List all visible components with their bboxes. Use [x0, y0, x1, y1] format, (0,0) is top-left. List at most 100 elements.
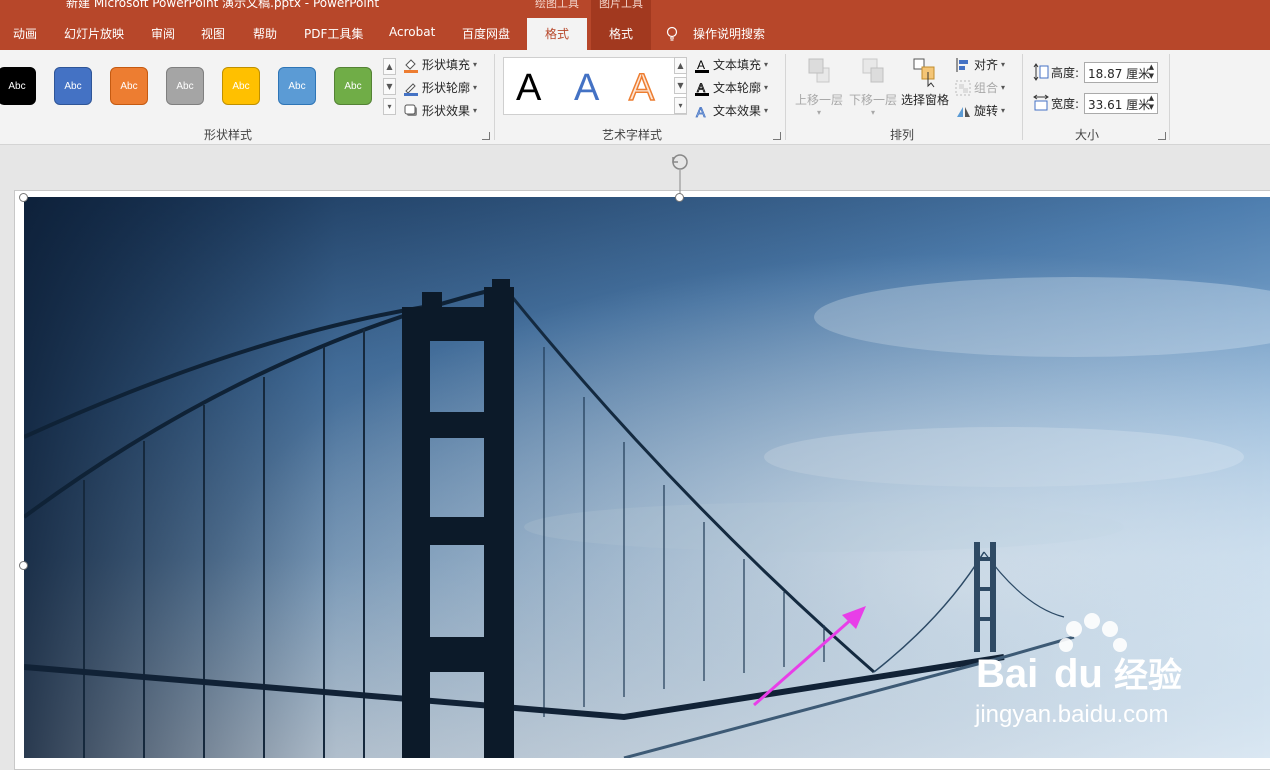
shape-effects-icon [404, 104, 417, 116]
group-label: 组合 [974, 81, 999, 95]
text-fill-icon: A [695, 58, 709, 73]
shape-fill-button[interactable]: 形状填充 ▾ [403, 56, 477, 73]
text-fill-label: 文本填充 [713, 58, 762, 72]
width-input[interactable]: 33.61 厘米 ▲ ▼ [1084, 93, 1158, 114]
wordart-scroll-down-button[interactable]: ▼ [674, 77, 687, 94]
bring-forward-button[interactable]: 上移一层 ▾ [794, 56, 844, 117]
wordart-sample-blue[interactable]: A [574, 68, 599, 108]
wordart-sample-plain[interactable]: A [516, 68, 541, 108]
height-label: 高度: [1051, 66, 1080, 80]
resize-handle-top-middle[interactable] [675, 193, 684, 202]
tab-review[interactable]: 审阅 [151, 25, 175, 42]
resize-handle-top-left[interactable] [19, 193, 28, 202]
tab-slideshow[interactable]: 幻灯片放映 [64, 25, 124, 42]
wordart-scroll-up-button[interactable]: ▲ [674, 57, 687, 74]
bring-forward-icon [808, 58, 830, 83]
tab-baidu-netdisk[interactable]: 百度网盘 [462, 25, 510, 42]
shape-style-swatch[interactable]: Abc [166, 67, 204, 105]
group-button[interactable]: 组合 ▾ [955, 79, 1005, 96]
arrange-group-label: 排列 [890, 128, 915, 142]
wordart-launcher[interactable] [773, 132, 781, 140]
selection-pane-icon [913, 58, 935, 88]
shape-styles-launcher[interactable] [482, 132, 490, 140]
window-title: 新建 Microsoft PowerPoint 演示文稿.pptx - Powe… [66, 0, 380, 10]
svg-text:A: A [697, 58, 705, 72]
group-icon [955, 80, 971, 95]
shape-effects-label: 形状效果 [422, 104, 471, 118]
height-spinner[interactable]: ▲ ▼ [1149, 63, 1154, 81]
shape-styles-group-label: 形状样式 [204, 128, 253, 142]
chevron-down-icon: ▾ [816, 108, 821, 117]
tab-view[interactable]: 视图 [201, 25, 225, 42]
align-icon [956, 57, 968, 72]
wordart-group-label: 艺术字样式 [602, 128, 663, 142]
width-spinner[interactable]: ▲ ▼ [1149, 94, 1154, 112]
bridge-photo[interactable]: Bai du 经验 jingyan.baidu.com [24, 197, 1270, 758]
text-fill-button[interactable]: A 文本填充 ▾ [694, 56, 768, 73]
shape-outline-button[interactable]: 形状轮廓 ▾ [403, 79, 477, 96]
watermark-brand-bai: Bai [976, 652, 1038, 696]
picture-tools-label: 图片工具 [599, 0, 643, 10]
watermark-brand-du: du [1054, 652, 1103, 696]
height-icon [1033, 63, 1049, 81]
lightbulb-icon [666, 26, 678, 41]
group-separator [1022, 54, 1023, 140]
height-input[interactable]: 18.87 厘米 ▲ ▼ [1084, 62, 1158, 83]
gallery-scroll-up-button[interactable]: ▲ [383, 58, 396, 75]
text-outline-button[interactable]: A 文本轮廓 ▾ [694, 79, 768, 96]
text-outline-icon: A [695, 80, 709, 96]
shape-style-swatch[interactable]: Abc [334, 67, 372, 105]
tell-me-search[interactable]: 操作说明搜索 [693, 25, 765, 42]
pencil-icon [404, 82, 418, 96]
watermark-brand-jingyan: 经验 [1114, 656, 1182, 696]
send-backward-icon [862, 58, 884, 83]
shape-effects-button[interactable]: 形状效果 ▾ [403, 102, 477, 119]
rotate-icon [957, 106, 970, 117]
wordart-more-button[interactable]: ▾ [674, 97, 687, 114]
shape-style-swatch[interactable]: Abc [0, 67, 36, 105]
chevron-down-icon: ▾ [870, 108, 875, 117]
text-effects-button[interactable]: A 文本效果 ▾ [694, 102, 768, 119]
shape-style-swatch[interactable]: Abc [222, 67, 260, 105]
text-effects-label: 文本效果 [713, 104, 762, 118]
shape-style-swatch[interactable]: Abc [110, 67, 148, 105]
watermark-url: jingyan.baidu.com [974, 701, 1168, 728]
text-outline-label: 文本轮廓 [713, 81, 762, 95]
send-backward-label: 下移一层 [848, 93, 897, 107]
width-icon [1033, 94, 1049, 111]
rotation-handle[interactable] [667, 151, 693, 197]
tab-animations[interactable]: 动画 [13, 25, 37, 42]
shape-outline-label: 形状轮廓 [422, 81, 471, 95]
shape-style-swatch[interactable]: Abc [278, 67, 316, 105]
group-separator [494, 54, 495, 140]
group-separator [785, 54, 786, 140]
shape-style-swatch[interactable]: Abc [54, 67, 92, 105]
drawing-tools-label: 绘图工具 [535, 0, 579, 10]
height-value: 18.87 厘米 [1088, 67, 1151, 81]
wordart-sample-orange-outline[interactable]: A [628, 67, 655, 109]
width-label: 宽度: [1051, 97, 1080, 111]
bring-forward-label: 上移一层 [794, 93, 843, 107]
rotate-button[interactable]: 旋转 ▾ [955, 102, 1005, 119]
gallery-more-button[interactable]: ▾ [383, 98, 396, 115]
align-button[interactable]: 对齐 ▾ [955, 56, 1005, 73]
resize-handle-middle-left[interactable] [19, 561, 28, 570]
tab-format-picture[interactable]: 格式 [591, 25, 651, 42]
size-launcher[interactable] [1158, 132, 1166, 140]
selection-pane-button[interactable]: 选择窗格 [900, 56, 950, 108]
svg-text:A: A [696, 104, 706, 119]
tab-pdf-tools[interactable]: PDF工具集 [304, 25, 363, 42]
tab-acrobat[interactable]: Acrobat [389, 25, 435, 39]
ribbon: Abc Abc Abc Abc Abc Abc Abc ▲ ▼ ▾ 形状填充 ▾ … [0, 50, 1270, 145]
selection-pane-label: 选择窗格 [900, 93, 949, 107]
send-backward-button[interactable]: 下移一层 ▾ [848, 56, 898, 117]
wordart-gallery: A A A [503, 57, 687, 115]
text-effects-icon: A [696, 103, 707, 119]
shape-fill-label: 形状填充 [422, 58, 471, 72]
width-value: 33.61 厘米 [1088, 98, 1151, 112]
align-label: 对齐 [974, 58, 999, 72]
gallery-scroll-down-button[interactable]: ▼ [383, 78, 396, 95]
group-separator [1169, 54, 1170, 140]
tab-format-drawing[interactable]: 格式 [527, 18, 587, 50]
tab-help[interactable]: 帮助 [253, 25, 277, 42]
